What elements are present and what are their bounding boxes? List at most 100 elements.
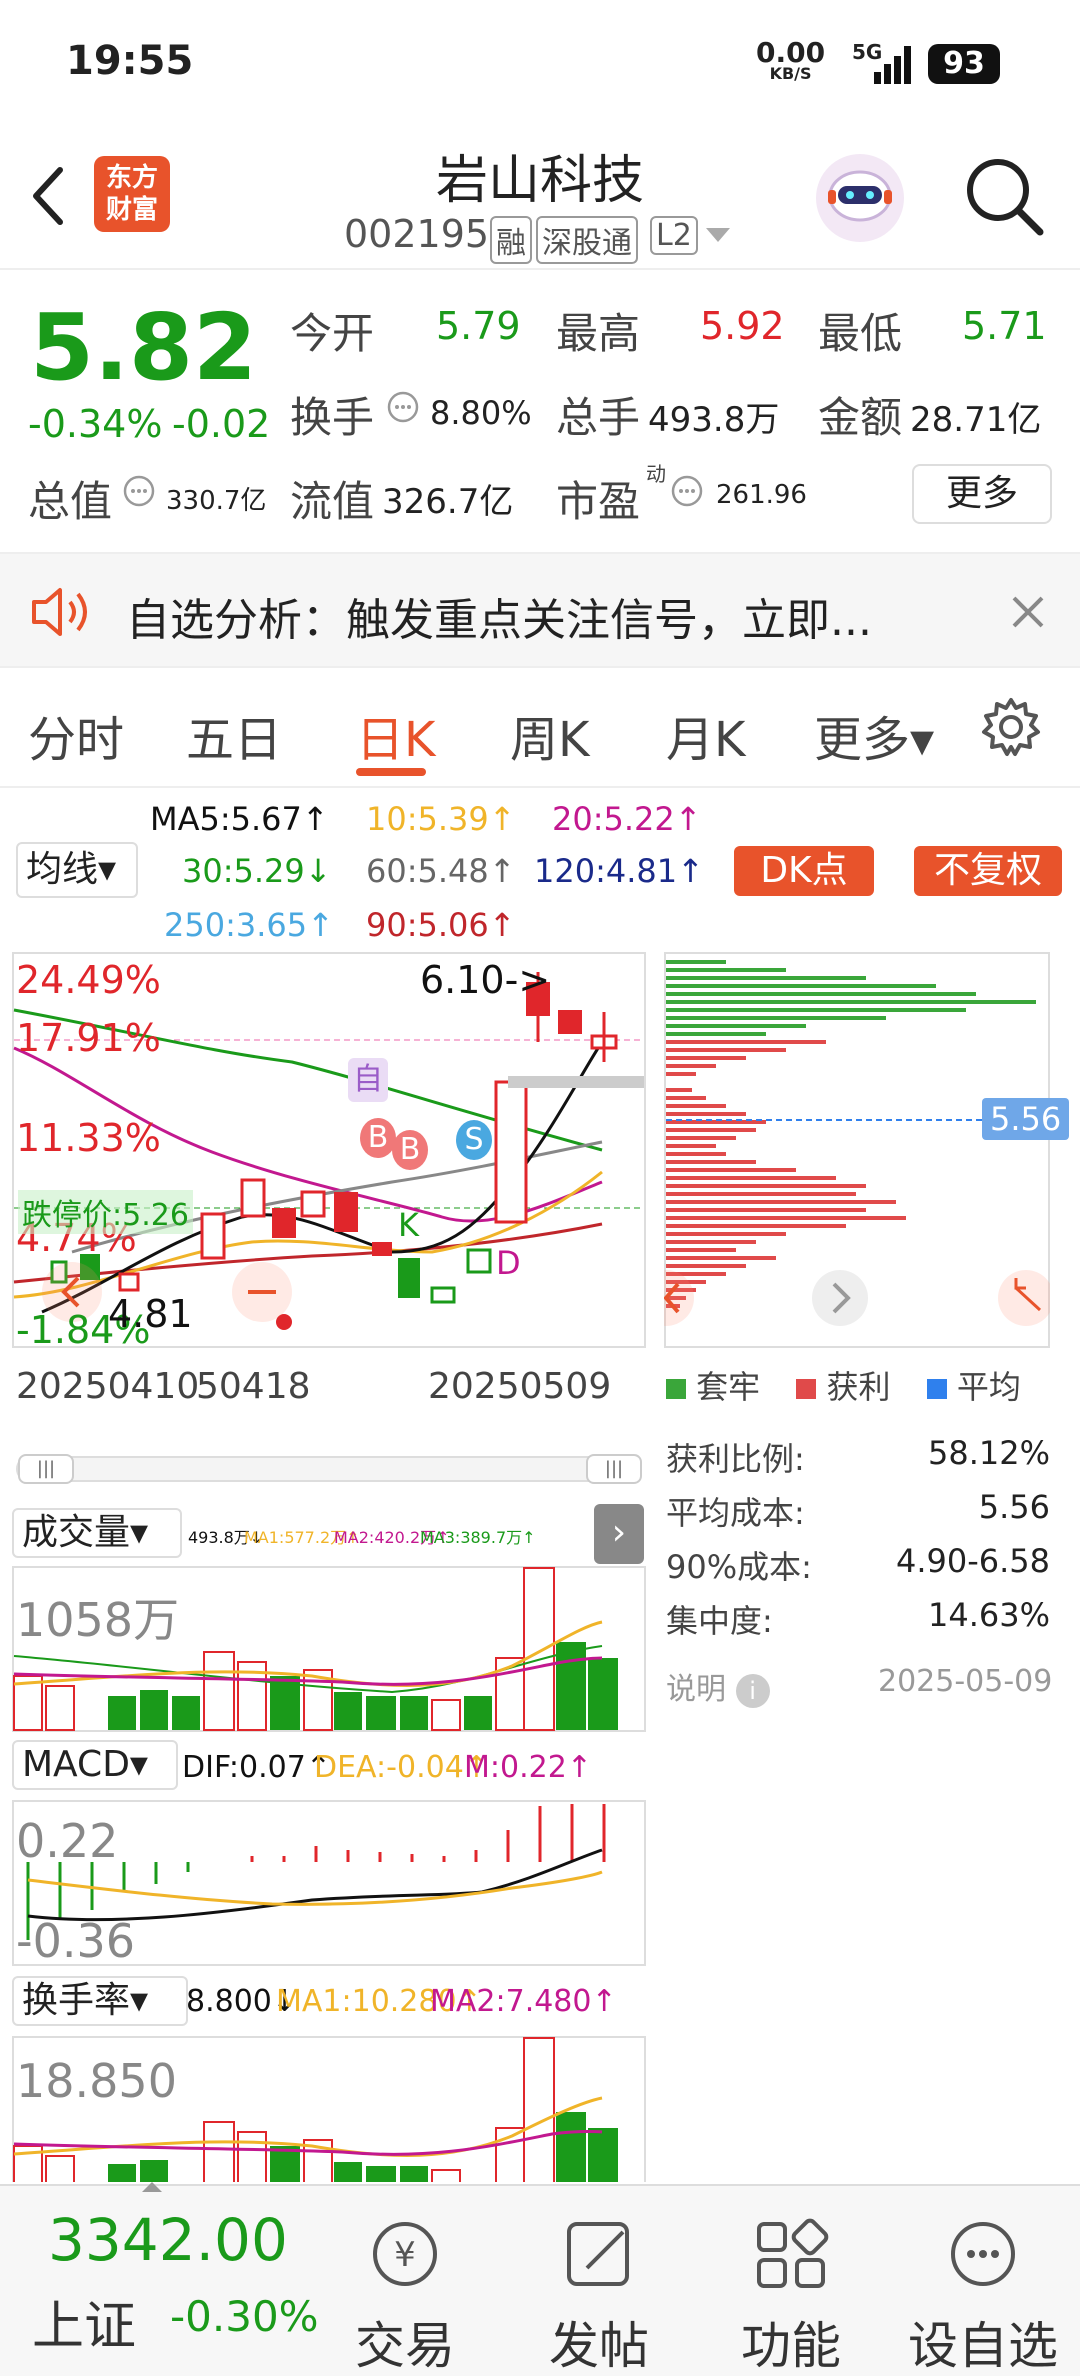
stock-code: 002195: [344, 212, 490, 256]
stat-label: 集中度:: [666, 1602, 773, 1640]
tab-more[interactable]: 更多▾: [814, 700, 934, 770]
nav-add-watchlist[interactable]: 设自选: [898, 2186, 1068, 2378]
volume-selector[interactable]: 成交量▾: [12, 1508, 182, 1558]
stat-label: 获利比例:: [666, 1440, 805, 1478]
macd-axis-top: 0.22: [16, 1814, 119, 1868]
tab-five-day[interactable]: 五日: [186, 700, 282, 770]
more-button[interactable]: 更多: [912, 464, 1052, 524]
chip-stat-concentration: 集中度: 14.63%: [666, 1596, 1050, 1642]
range-handle-left[interactable]: |||: [18, 1454, 74, 1484]
volume-axis-label: 1058万: [16, 1593, 180, 1647]
marker-k: K: [398, 1206, 419, 1244]
turnover-selector[interactable]: 换手率▾: [12, 1976, 188, 2026]
svg-text:¥: ¥: [394, 2235, 416, 2275]
tab-monthly-k[interactable]: 月K: [666, 700, 745, 770]
chevron-right-icon[interactable]: ›: [594, 1504, 644, 1564]
stat-label: 平均成本:: [666, 1494, 805, 1532]
chip-note[interactable]: 说明 i: [666, 1664, 770, 1708]
ma30-label: 30:5.29↓: [182, 852, 332, 890]
chip-note-date: 2025-05-09: [878, 1664, 1053, 1699]
chevron-up-icon[interactable]: [140, 2180, 164, 2194]
range-scrollbar[interactable]: [16, 1456, 640, 1482]
nav-trade-label: 交易: [355, 2317, 455, 2375]
mktcap-info-icon[interactable]: [122, 474, 156, 508]
gear-icon[interactable]: [980, 696, 1042, 758]
low-label: 最低: [818, 309, 903, 358]
high-value: 5.92: [700, 304, 785, 348]
float-value: 326.7亿: [382, 482, 514, 522]
fq-button[interactable]: 不复权: [914, 846, 1062, 896]
close-icon[interactable]: [1010, 594, 1046, 630]
kline-date-2: 50418: [196, 1366, 311, 1407]
volume-label: 总手: [556, 393, 641, 442]
index-value[interactable]: 3342.00: [48, 2206, 288, 2274]
chip-nav-right-icon[interactable]: [812, 1270, 868, 1326]
range-handle-right[interactable]: |||: [586, 1454, 642, 1484]
nav-post[interactable]: 发帖: [514, 2186, 684, 2378]
chip-note-label: 说明: [666, 1672, 726, 1707]
marker-buy-1[interactable]: B: [360, 1118, 396, 1158]
dk-button[interactable]: DK点: [734, 846, 874, 896]
macd-m: M:0.22↑: [464, 1750, 592, 1785]
ma20-label: 20:5.22↑: [552, 800, 702, 838]
low-value: 5.71: [962, 304, 1047, 348]
nav-function[interactable]: 功能: [706, 2186, 876, 2378]
legend-profit: 获利: [826, 1368, 891, 1406]
stock-header: 东方 财富 岩山科技 002195 融 深股通 L2: [0, 120, 1080, 270]
stat-value: 58.12%: [927, 1434, 1050, 1472]
ma-selector[interactable]: 均线▾: [16, 842, 138, 898]
turnover-label: 换手: [290, 393, 375, 442]
nav-post-label: 发帖: [549, 2317, 649, 2375]
pe-label: 市盈: [556, 477, 641, 526]
macd-selector[interactable]: MACD▾: [12, 1740, 178, 1790]
badge-sgt: 深股通: [536, 216, 638, 264]
nav-add-watchlist-label: 设自选: [908, 2317, 1058, 2375]
chip-distribution[interactable]: [664, 952, 1050, 1348]
chip-stat-avg-cost: 平均成本: 5.56: [666, 1488, 1050, 1534]
nav-left-inner-icon[interactable]: [232, 1262, 292, 1322]
chip-stat-profit-ratio: 获利比例: 58.12%: [666, 1434, 1050, 1480]
stat-label: 90%成本:: [666, 1548, 812, 1586]
stock-dropdown-icon[interactable]: [704, 226, 732, 246]
ma60-label: 60:5.48↑: [366, 852, 516, 890]
volume-ma3: MA3:389.7万↑: [420, 1528, 536, 1547]
tab-intraday[interactable]: 分时: [28, 700, 124, 770]
macd-axis-bottom: -0.36: [16, 1914, 136, 1968]
ma90-label: 90:5.06↑: [366, 906, 516, 944]
marker-sell[interactable]: S: [456, 1120, 492, 1160]
turnover-value: 8.80%: [430, 394, 532, 432]
marker-buy-2[interactable]: B: [392, 1130, 428, 1170]
ma10-label: 10:5.39↑: [366, 800, 516, 838]
signal-icon: [874, 46, 911, 84]
pe-info-icon[interactable]: [670, 474, 704, 508]
volume-value: 493.8万: [648, 400, 780, 440]
turnover-info-icon[interactable]: [386, 390, 420, 424]
trade-icon: ¥: [373, 2222, 437, 2286]
tab-weekly-k[interactable]: 周K: [510, 700, 589, 770]
search-icon[interactable]: [962, 154, 1046, 238]
open-label: 今开: [290, 309, 375, 358]
kline-pct-3: 11.33%: [16, 1116, 161, 1160]
tab-daily-k[interactable]: 日K: [356, 700, 435, 770]
open-value: 5.79: [436, 304, 521, 348]
analysis-banner[interactable]: 自选分析：触发重点关注信号，立即...: [0, 552, 1080, 668]
info-icon: i: [735, 1673, 770, 1708]
period-tabs: 分时 五日 日K 周K 月K 更多▾: [0, 670, 1080, 788]
macd-dea: DEA:-0.04↑: [314, 1750, 489, 1785]
kline-date-1: 20250410: [16, 1366, 200, 1407]
status-bar: 19:55 0.00 KB/S 5G 93: [0, 0, 1080, 120]
net-speed-value: 0.00: [756, 36, 826, 69]
change-abs: -0.02: [172, 402, 271, 446]
bottom-bar: 3342.00 上证 -0.30% ¥ 交易 发帖 功能 设自选: [0, 2182, 1080, 2378]
marker-zi[interactable]: 自: [348, 1058, 388, 1102]
macd-dif: DIF:0.07↑: [182, 1750, 331, 1785]
robot-assistant-icon[interactable]: [812, 150, 908, 246]
marker-d: D: [496, 1244, 521, 1282]
nav-trade[interactable]: ¥ 交易: [320, 2186, 490, 2378]
index-change: -0.30%: [170, 2292, 319, 2341]
more-dots-icon: [951, 2222, 1015, 2286]
last-price: 5.82: [30, 294, 257, 401]
chip-avg-label: 5.56: [982, 1098, 1070, 1140]
legend-average: 平均: [956, 1368, 1021, 1406]
change-pct: -0.34%: [28, 402, 163, 446]
